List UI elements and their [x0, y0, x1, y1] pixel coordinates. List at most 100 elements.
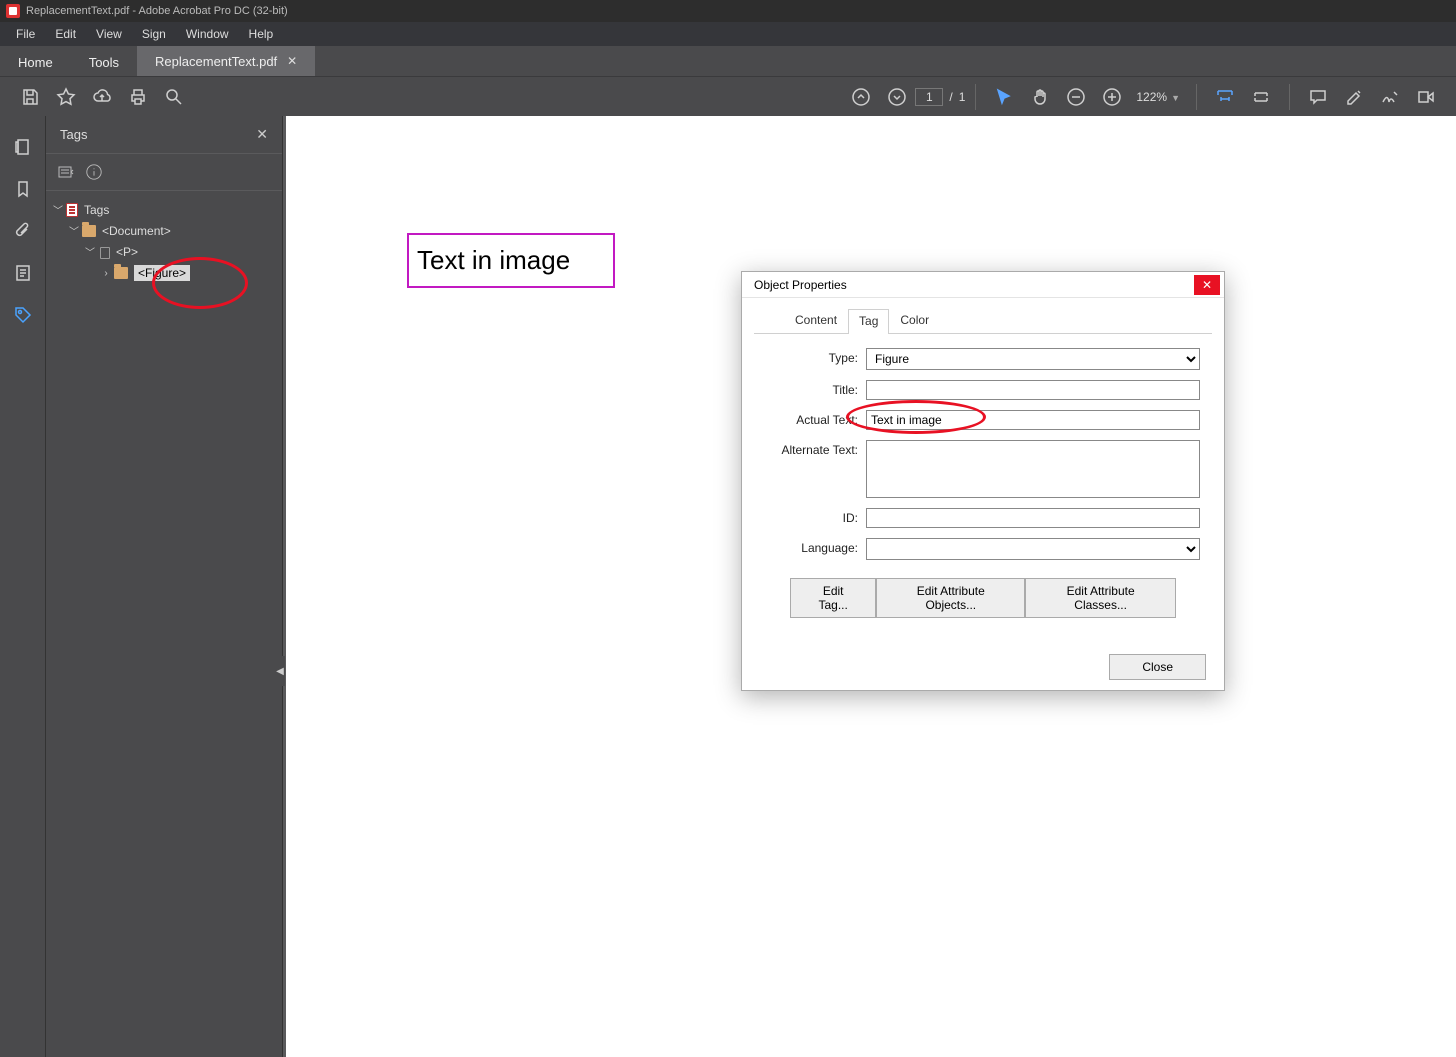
page-total: 1 — [959, 90, 966, 104]
app-icon — [6, 4, 20, 18]
id-input[interactable] — [866, 508, 1200, 528]
row-language: Language: — [766, 538, 1200, 560]
edit-tag-button[interactable]: Edit Tag... — [790, 578, 876, 618]
tree-document-label: <Document> — [102, 224, 171, 238]
actual-text-input[interactable] — [866, 410, 1200, 430]
comment-icon[interactable] — [1308, 87, 1328, 107]
row-id: ID: — [766, 508, 1200, 528]
tags-panel-close-icon[interactable]: ✕ — [256, 126, 268, 143]
tab-tag[interactable]: Tag — [848, 309, 889, 334]
menu-view[interactable]: View — [86, 27, 132, 41]
chevron-down-icon: ﹀ — [52, 202, 64, 217]
content-icon[interactable] — [12, 262, 34, 284]
tree-figure[interactable]: › <Figure> — [52, 262, 276, 284]
label-type: Type: — [766, 348, 866, 365]
save-icon[interactable] — [20, 87, 40, 107]
navigation-rail — [0, 116, 46, 1057]
page-number: / 1 — [915, 88, 965, 106]
select-tool-icon[interactable] — [994, 87, 1014, 107]
folder-icon — [114, 267, 128, 279]
tree-p[interactable]: ﹀ <P> — [52, 241, 276, 262]
tree-root[interactable]: ﹀ Tags — [52, 199, 276, 220]
dialog-titlebar[interactable]: Object Properties ✕ — [742, 272, 1224, 298]
label-language: Language: — [766, 538, 866, 555]
print-icon[interactable] — [128, 87, 148, 107]
figure-text: Text in image — [417, 245, 570, 276]
label-alternate-text: Alternate Text: — [766, 440, 866, 457]
alternate-text-input[interactable] — [866, 440, 1200, 498]
separator — [975, 84, 976, 110]
fit-page-icon[interactable] — [1251, 87, 1271, 107]
window-title: ReplacementText.pdf - Adobe Acrobat Pro … — [26, 5, 288, 17]
row-title: Title: — [766, 380, 1200, 400]
tree-p-label: <P> — [116, 245, 138, 259]
tags-panel: Tags ✕ ﹀ Tags ﹀ <Document> ﹀ <P> — [46, 116, 283, 1057]
file-icon — [66, 203, 78, 217]
separator — [1196, 84, 1197, 110]
tab-content[interactable]: Content — [784, 308, 848, 333]
chevron-down-icon: ﹀ — [68, 223, 80, 238]
dialog-button-row: Edit Tag... Edit Attribute Objects... Ed… — [766, 570, 1200, 626]
tab-close-icon[interactable]: ✕ — [287, 54, 297, 68]
attachments-icon[interactable] — [12, 220, 34, 242]
tags-panel-title: Tags — [60, 127, 87, 142]
fit-width-icon[interactable] — [1215, 87, 1235, 107]
tags-panel-options — [46, 154, 282, 191]
label-actual-text: Actual Text: — [766, 410, 866, 427]
close-button[interactable]: Close — [1109, 654, 1206, 680]
edit-attribute-classes-button[interactable]: Edit Attribute Classes... — [1025, 578, 1176, 618]
tab-document-label: ReplacementText.pdf — [155, 54, 277, 69]
object-properties-dialog: Object Properties ✕ Content Tag Color Ty… — [741, 271, 1225, 691]
more-tools-icon[interactable] — [1416, 87, 1436, 107]
star-icon[interactable] — [56, 87, 76, 107]
menu-bar: File Edit View Sign Window Help — [0, 22, 1456, 46]
sign-icon[interactable] — [1380, 87, 1400, 107]
zoom-in-icon[interactable] — [1102, 87, 1122, 107]
search-icon[interactable] — [164, 87, 184, 107]
dialog-close-button[interactable]: ✕ — [1194, 275, 1220, 295]
pdf-page[interactable]: Text in image Object Properties ✕ Conten… — [286, 116, 1456, 1057]
thumbnails-icon[interactable] — [12, 136, 34, 158]
zoom-level[interactable]: 122%▼ — [1136, 90, 1180, 104]
type-select[interactable]: Figure — [866, 348, 1200, 370]
menu-edit[interactable]: Edit — [45, 27, 86, 41]
bookmarks-icon[interactable] — [12, 178, 34, 200]
tab-document[interactable]: ReplacementText.pdf ✕ — [137, 46, 315, 76]
menu-sign[interactable]: Sign — [132, 27, 176, 41]
menu-help[interactable]: Help — [239, 27, 284, 41]
tab-bar: Home Tools ReplacementText.pdf ✕ — [0, 46, 1456, 76]
tab-tools[interactable]: Tools — [71, 49, 137, 76]
toolbar: / 1 122%▼ — [0, 76, 1456, 116]
language-select[interactable] — [866, 538, 1200, 560]
info-icon[interactable] — [84, 162, 104, 182]
tag-icon — [98, 245, 110, 259]
tree-document[interactable]: ﹀ <Document> — [52, 220, 276, 241]
tags-tree: ﹀ Tags ﹀ <Document> ﹀ <P> › <Figure> — [46, 191, 282, 292]
dialog-footer: Close — [1109, 654, 1206, 680]
row-type: Type: Figure — [766, 348, 1200, 370]
tab-home[interactable]: Home — [0, 49, 71, 76]
hand-tool-icon[interactable] — [1030, 87, 1050, 107]
tags-icon[interactable] — [12, 304, 34, 326]
row-actual-text: Actual Text: — [766, 410, 1200, 430]
page-current-input[interactable] — [915, 88, 943, 106]
options-menu-icon[interactable] — [56, 162, 76, 182]
page-down-icon[interactable] — [887, 87, 907, 107]
figure-element[interactable]: Text in image — [407, 233, 615, 288]
label-title: Title: — [766, 380, 866, 397]
document-viewport: Text in image Object Properties ✕ Conten… — [283, 116, 1456, 1057]
tab-color[interactable]: Color — [889, 308, 940, 333]
tree-figure-label: <Figure> — [134, 265, 190, 281]
menu-window[interactable]: Window — [176, 27, 239, 41]
zoom-out-icon[interactable] — [1066, 87, 1086, 107]
edit-attribute-objects-button[interactable]: Edit Attribute Objects... — [876, 578, 1025, 618]
highlight-icon[interactable] — [1344, 87, 1364, 107]
menu-file[interactable]: File — [6, 27, 45, 41]
panel-collapse-handle[interactable]: ◀ — [275, 656, 285, 686]
page-up-icon[interactable] — [851, 87, 871, 107]
folder-icon — [82, 225, 96, 237]
separator — [1289, 84, 1290, 110]
title-input[interactable] — [866, 380, 1200, 400]
dialog-title: Object Properties — [754, 278, 847, 292]
cloud-upload-icon[interactable] — [92, 87, 112, 107]
